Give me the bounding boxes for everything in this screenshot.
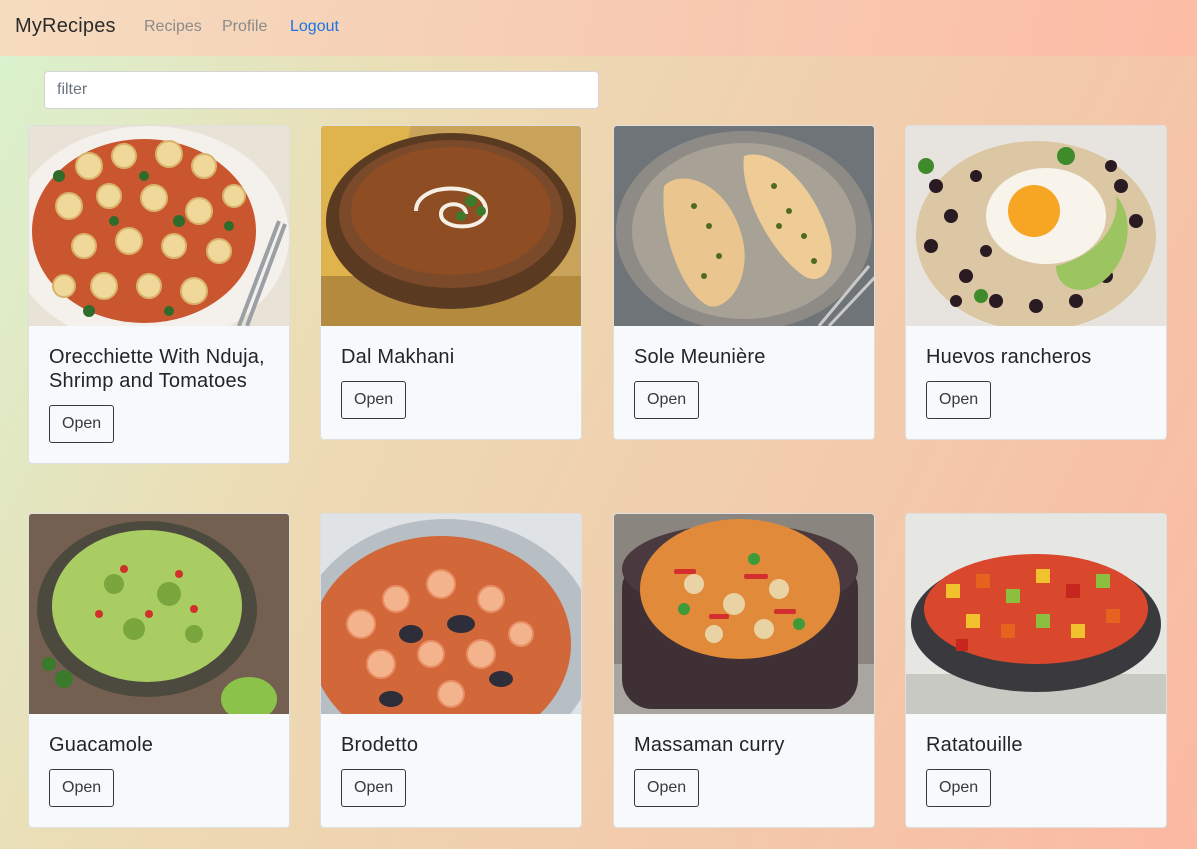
card-body: Massaman curry Open <box>614 714 874 827</box>
recipe-card: Ratatouille Open <box>905 513 1167 828</box>
recipe-image-sole-meuniere <box>614 126 874 326</box>
recipe-image-guacamole <box>29 514 289 714</box>
open-recipe-button[interactable]: Open <box>341 381 407 419</box>
card-body: Sole Meunière Open <box>614 326 874 439</box>
recipe-title: Huevos rancheros <box>926 346 1092 368</box>
open-recipe-button[interactable]: Open <box>634 769 700 807</box>
open-recipe-button[interactable]: Open <box>634 381 700 419</box>
recipe-image-massaman-curry <box>614 514 874 714</box>
open-recipe-button[interactable]: Open <box>926 769 992 807</box>
nav-link-profile[interactable]: Profile <box>222 18 267 36</box>
recipe-card: Brodetto Open <box>320 513 582 828</box>
recipe-card: Massaman curry Open <box>613 513 875 828</box>
recipe-image-orecchiette <box>29 126 289 326</box>
card-body: Orecchiette With Nduja, Shrimp and Tomat… <box>29 326 289 463</box>
recipe-title: Massaman curry <box>634 734 785 756</box>
card-body: Ratatouille Open <box>906 714 1166 827</box>
recipe-card: Sole Meunière Open <box>613 125 875 440</box>
recipe-title: Sole Meunière <box>634 346 766 368</box>
recipe-card: Huevos rancheros Open <box>905 125 1167 440</box>
recipe-title: Orecchiette With Nduja, Shrimp and Tomat… <box>49 346 265 392</box>
open-recipe-button[interactable]: Open <box>341 769 407 807</box>
recipe-image-ratatouille <box>906 514 1166 714</box>
recipe-image-brodetto <box>321 514 581 714</box>
card-body: Brodetto Open <box>321 714 581 827</box>
open-recipe-button[interactable]: Open <box>926 381 992 419</box>
recipe-card: Guacamole Open <box>28 513 290 828</box>
recipe-title: Dal Makhani <box>341 346 455 368</box>
recipe-card: Orecchiette With Nduja, Shrimp and Tomat… <box>28 125 290 464</box>
open-recipe-button[interactable]: Open <box>49 405 115 443</box>
card-body: Guacamole Open <box>29 714 289 827</box>
recipe-title: Guacamole <box>49 734 154 756</box>
card-body: Huevos rancheros Open <box>906 326 1166 439</box>
card-body: Dal Makhani Open <box>321 326 581 439</box>
recipe-image-dal-makhani <box>321 126 581 326</box>
recipe-title: Brodetto <box>341 734 419 756</box>
brand-logo[interactable]: MyRecipes <box>15 15 116 38</box>
nav-link-recipes[interactable]: Recipes <box>144 18 202 36</box>
recipe-title: Ratatouille <box>926 734 1023 756</box>
recipe-image-huevos-rancheros <box>906 126 1166 326</box>
nav-link-logout[interactable]: Logout <box>290 18 339 36</box>
navbar: MyRecipes Recipes Profile Logout <box>0 0 1197 56</box>
filter-container <box>44 71 599 109</box>
recipe-card: Dal Makhani Open <box>320 125 582 440</box>
open-recipe-button[interactable]: Open <box>49 769 115 807</box>
filter-input[interactable] <box>44 71 599 109</box>
